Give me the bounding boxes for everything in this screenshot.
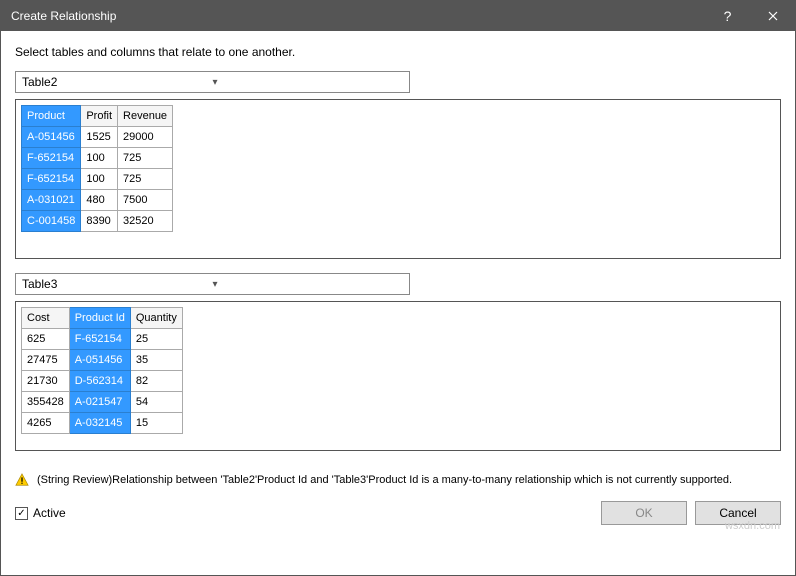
table-cell[interactable]: 625 [22,329,70,350]
column-header[interactable]: Product [22,106,81,127]
dialog-footer: ✓ Active OK Cancel [1,493,795,535]
column-header[interactable]: Product Id [69,308,130,329]
table-cell[interactable]: A-032145 [69,413,130,434]
table-cell[interactable]: A-031021 [22,190,81,211]
active-label: Active [33,506,66,520]
table-cell[interactable]: 54 [130,392,182,413]
table-cell[interactable]: 29000 [118,127,173,148]
table-row[interactable]: F-652154100725 [22,148,173,169]
cancel-button[interactable]: Cancel [695,501,781,525]
dialog-content: Select tables and columns that relate to… [1,31,795,465]
table-row[interactable]: 625F-65215425 [22,329,183,350]
table-row[interactable]: 27475A-05145635 [22,350,183,371]
table-cell[interactable]: F-652154 [69,329,130,350]
table-cell[interactable]: F-652154 [22,169,81,190]
table-cell[interactable]: 725 [118,169,173,190]
table-cell[interactable]: 1525 [81,127,118,148]
help-button[interactable]: ? [705,1,750,31]
table2-preview: CostProduct IdQuantity625F-6521542527475… [15,301,781,451]
table-row[interactable]: 21730D-56231482 [22,371,183,392]
table-cell[interactable]: 100 [81,148,118,169]
table-cell[interactable]: 7500 [118,190,173,211]
table-cell[interactable]: D-562314 [69,371,130,392]
table-cell[interactable]: 15 [130,413,182,434]
warning-text: (String Review)Relationship between 'Tab… [37,474,732,486]
titlebar: Create Relationship ? [1,1,795,31]
instruction-text: Select tables and columns that relate to… [15,45,781,59]
table1-dropdown[interactable]: Table2 ▾ [15,71,410,93]
table-cell[interactable]: 25 [130,329,182,350]
table-cell[interactable]: 82 [130,371,182,392]
chevron-down-icon: ▾ [213,77,404,88]
table-cell[interactable]: 35 [130,350,182,371]
table-cell[interactable]: 32520 [118,211,173,232]
warning-row: (String Review)Relationship between 'Tab… [1,465,795,493]
window-title: Create Relationship [11,9,705,23]
column-header[interactable]: Profit [81,106,118,127]
table-row[interactable]: A-051456152529000 [22,127,173,148]
table2-dropdown[interactable]: Table3 ▾ [15,273,410,295]
table-row[interactable]: 355428A-02154754 [22,392,183,413]
table-row[interactable]: 4265A-03214515 [22,413,183,434]
chevron-down-icon: ▾ [213,279,404,290]
table-cell[interactable]: 480 [81,190,118,211]
table-cell[interactable]: 27475 [22,350,70,371]
table-cell[interactable]: A-051456 [69,350,130,371]
column-header[interactable]: Cost [22,308,70,329]
column-header[interactable]: Revenue [118,106,173,127]
warning-icon [15,473,29,487]
table-row[interactable]: F-652154100725 [22,169,173,190]
close-button[interactable] [750,1,795,31]
table1-dropdown-value: Table2 [22,75,213,89]
active-checkbox[interactable]: ✓ [15,507,28,520]
table2-dropdown-value: Table3 [22,277,213,291]
table-cell[interactable]: A-021547 [69,392,130,413]
close-icon [768,11,778,21]
table-cell[interactable]: 21730 [22,371,70,392]
table-cell[interactable]: 725 [118,148,173,169]
ok-button[interactable]: OK [601,501,687,525]
table-cell[interactable]: C-001458 [22,211,81,232]
table-cell[interactable]: 100 [81,169,118,190]
column-header[interactable]: Quantity [130,308,182,329]
active-checkbox-row[interactable]: ✓ Active [15,506,593,520]
table-cell[interactable]: F-652154 [22,148,81,169]
table-row[interactable]: C-001458839032520 [22,211,173,232]
table-cell[interactable]: 8390 [81,211,118,232]
table-cell[interactable]: 355428 [22,392,70,413]
table-cell[interactable]: A-051456 [22,127,81,148]
table-cell[interactable]: 4265 [22,413,70,434]
table2-grid[interactable]: CostProduct IdQuantity625F-6521542527475… [21,307,183,434]
table1-preview: ProductProfitRevenueA-051456152529000F-6… [15,99,781,259]
table1-grid[interactable]: ProductProfitRevenueA-051456152529000F-6… [21,105,173,232]
table-row[interactable]: A-0310214807500 [22,190,173,211]
